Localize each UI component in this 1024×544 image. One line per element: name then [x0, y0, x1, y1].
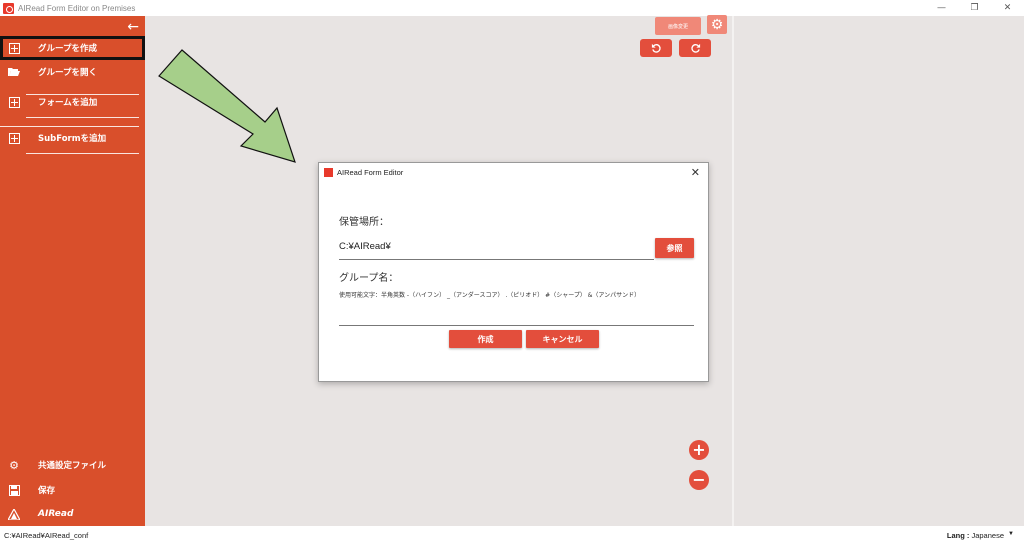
- storage-label: 保管場所：: [339, 217, 389, 228]
- lang-value: Japanese: [971, 531, 1004, 540]
- sidebar-item-common-settings[interactable]: ⚙ 共通設定ファイル: [0, 453, 145, 477]
- sidebar-item-label: グループを作成: [38, 44, 97, 54]
- plus-box-icon: [8, 42, 20, 54]
- create-group-dialog: AIRead Form Editor ✕ 保管場所： C:¥AIRead¥ 参照…: [318, 162, 709, 382]
- minimize-button[interactable]: —: [925, 0, 958, 16]
- save-icon: [8, 484, 20, 496]
- change-image-button[interactable]: 画像変更: [655, 17, 701, 35]
- title-bar: AIRead Form Editor on Premises — ❐ ✕: [0, 0, 1024, 16]
- sidebar-item-add-form[interactable]: フォームを追加: [0, 90, 145, 114]
- divider: [26, 117, 139, 118]
- chevron-down-icon[interactable]: ▼: [1008, 531, 1014, 537]
- group-name-input[interactable]: [339, 303, 694, 325]
- undo-icon: [651, 43, 661, 53]
- sidebar-brand: AIRead: [0, 502, 145, 526]
- restore-button[interactable]: ❐: [958, 0, 991, 16]
- group-field-underline: [339, 325, 694, 326]
- sidebar-item-label: グループを開く: [38, 68, 97, 78]
- lang-label: Lang :: [946, 531, 970, 540]
- config-path: C:¥AIRead¥AIRead_conf: [4, 531, 89, 540]
- redo-icon: [690, 43, 700, 53]
- airead-logo-icon: [8, 508, 20, 520]
- brand-name: AIRead: [38, 509, 74, 519]
- sidebar-item-label: SubFormを追加: [38, 134, 107, 144]
- sidebar-item-label: 保存: [38, 486, 56, 496]
- folder-open-icon: [8, 66, 20, 78]
- window-title: AIRead Form Editor on Premises: [18, 3, 136, 13]
- sidebar-item-label: フォームを追加: [38, 98, 98, 108]
- redo-button[interactable]: [679, 39, 711, 57]
- plus-box-icon: [8, 96, 20, 108]
- window-controls: — ❐ ✕: [925, 0, 1024, 16]
- sidebar-item-add-subform[interactable]: SubFormを追加: [0, 126, 145, 150]
- sidebar: ← グループを作成 グループを開く フォームを追加 SubFormを追加 ⚙ 共…: [0, 16, 145, 526]
- dialog-title: AIRead Form Editor: [337, 168, 404, 177]
- browse-button[interactable]: 参照: [655, 238, 694, 258]
- annotation-arrow-icon: [158, 49, 296, 163]
- group-name-label: グループ名：: [339, 273, 399, 284]
- zoom-out-button[interactable]: −: [689, 470, 709, 490]
- divider: [26, 153, 139, 154]
- arrow-left-icon[interactable]: ←: [127, 20, 139, 34]
- zoom-in-button[interactable]: +: [689, 440, 709, 460]
- gear-icon[interactable]: ⚙: [707, 15, 727, 34]
- close-window-button[interactable]: ✕: [991, 0, 1024, 16]
- language-selector[interactable]: Lang : Japanese: [947, 531, 1004, 540]
- app-logo-icon: [324, 168, 333, 177]
- close-icon[interactable]: ✕: [691, 166, 700, 179]
- gear-icon: ⚙: [9, 458, 19, 472]
- sidebar-item-label: 共通設定ファイル: [38, 461, 107, 471]
- properties-panel: [732, 16, 1024, 526]
- cancel-button[interactable]: キャンセル: [526, 330, 599, 348]
- sidebar-item-create-group[interactable]: グループを作成: [0, 36, 145, 60]
- undo-button[interactable]: [640, 39, 672, 57]
- status-bar: C:¥AIRead¥AIRead_conf Lang : Japanese ▼: [0, 526, 1024, 544]
- create-button[interactable]: 作成: [449, 330, 522, 348]
- app-logo-icon: [3, 2, 14, 14]
- sidebar-item-save[interactable]: 保存: [0, 478, 145, 502]
- sidebar-item-open-group[interactable]: グループを開く: [0, 60, 145, 84]
- storage-field-underline: [339, 259, 654, 260]
- storage-path-field[interactable]: C:¥AIRead¥: [339, 241, 391, 252]
- group-name-hint: 使用可能文字：半角英数 -（ハイフン） _（アンダースコア） .（ピリオド） #…: [339, 292, 641, 299]
- plus-box-icon: [8, 132, 20, 144]
- dialog-header: AIRead Form Editor ✕: [319, 163, 708, 182]
